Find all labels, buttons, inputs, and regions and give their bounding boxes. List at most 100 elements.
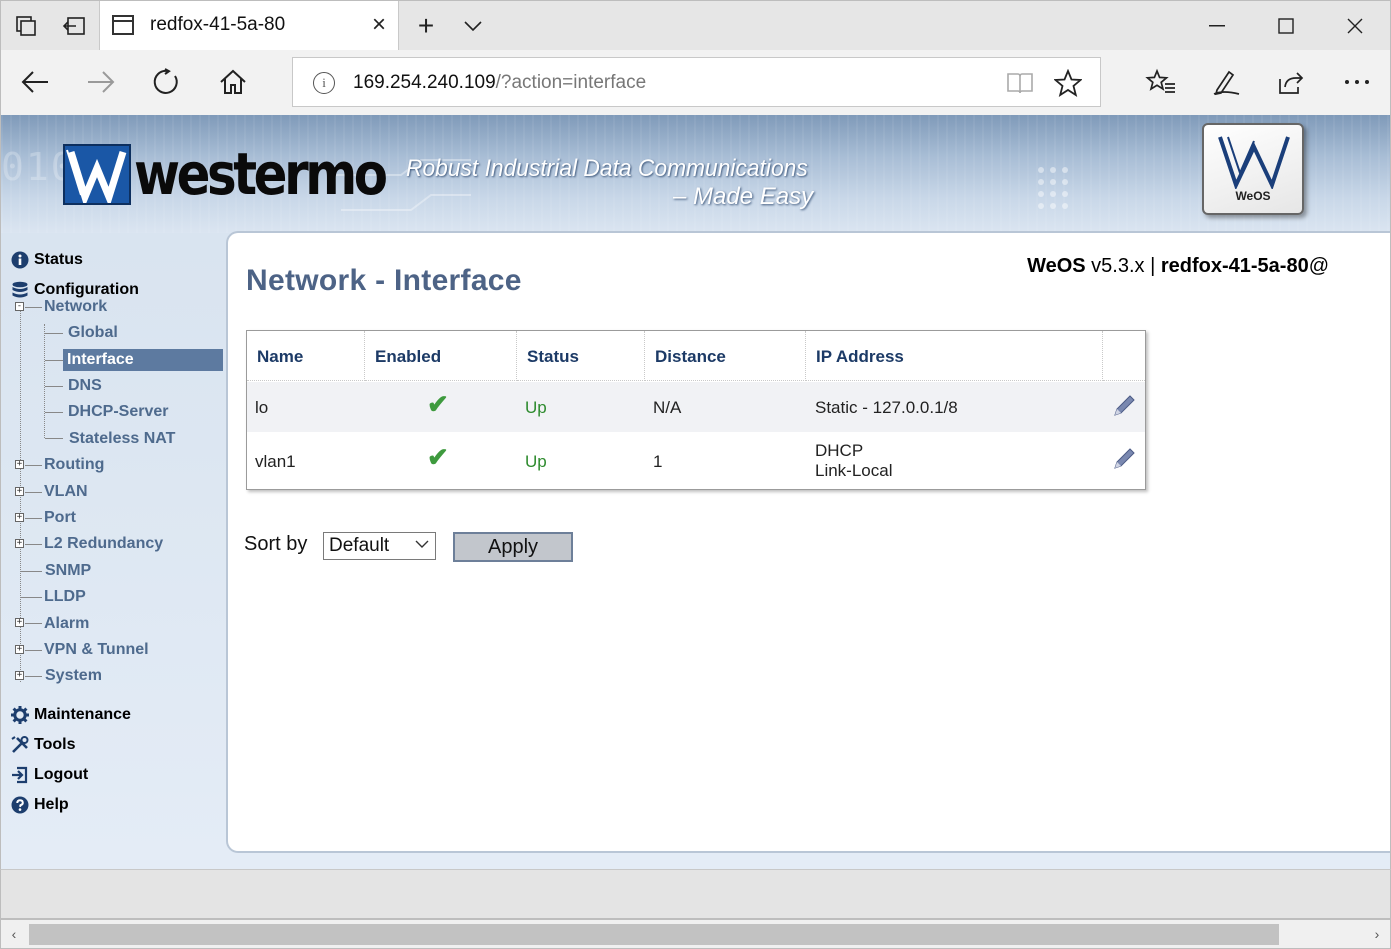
tree-branch: [25, 492, 42, 493]
tree-branch: [25, 307, 42, 308]
sidebar-item-label: Tools: [34, 736, 76, 753]
expand-toggle-icon[interactable]: +: [15, 645, 24, 654]
sidebar-item-global[interactable]: Global: [68, 322, 118, 344]
close-window-icon[interactable]: [1335, 9, 1375, 43]
minimize-window-icon[interactable]: [1197, 9, 1237, 43]
cell-ip-address-2: Link-Local: [815, 461, 893, 480]
edit-pencil-icon[interactable]: [1111, 446, 1137, 472]
sidebar-item-network[interactable]: Network: [44, 296, 107, 318]
forward-arrow-icon[interactable]: [81, 64, 121, 100]
help-icon: [11, 796, 29, 814]
column-header-status[interactable]: Status: [517, 331, 645, 381]
tree-branch: [25, 650, 42, 651]
tree-branch: [45, 333, 63, 334]
sidebar-item-stateless-nat[interactable]: Stateless NAT: [69, 428, 175, 450]
sidebar-item-label: Logout: [34, 766, 89, 783]
sidebar-item-vlan[interactable]: VLAN: [44, 481, 88, 503]
page-favicon-icon: [112, 15, 134, 35]
cell-status: Up: [525, 452, 547, 471]
home-icon[interactable]: [213, 64, 253, 100]
sidebar-item-l2-redundancy[interactable]: L2 Redundancy: [44, 533, 163, 555]
expand-toggle-icon[interactable]: +: [15, 671, 24, 680]
slogan-line1: Robust Industrial Data Communications: [406, 155, 808, 182]
edit-pencil-icon[interactable]: [1111, 393, 1137, 419]
tab-title: redfox-41-5a-80: [150, 14, 286, 35]
browser-titlebar: redfox-41-5a-80 × +: [0, 0, 1391, 51]
sidebar-item-dhcp-server[interactable]: DHCP-Server: [68, 401, 168, 423]
cell-distance: N/A: [653, 398, 682, 417]
tree-branch: [25, 676, 42, 677]
refresh-icon[interactable]: [147, 64, 187, 100]
scroll-left-icon[interactable]: ‹: [4, 924, 24, 945]
apply-button[interactable]: Apply: [453, 532, 573, 562]
tree-branch: [45, 386, 63, 387]
sidebar-item-label: Maintenance: [34, 706, 131, 723]
sidebar-nav: Status Configuration - Network Global In…: [1, 240, 226, 860]
column-header-enabled[interactable]: Enabled: [365, 331, 517, 381]
more-options-icon[interactable]: [1337, 64, 1377, 100]
favorite-star-icon[interactable]: [1052, 68, 1084, 98]
address-bar[interactable]: i 169.254.240.109/?action=interface: [292, 57, 1101, 107]
back-arrow-icon[interactable]: [15, 64, 55, 100]
scrollbar-thumb[interactable]: [29, 924, 1279, 945]
hostname: redfox-41-5a-80: [1160, 255, 1309, 277]
gear-icon: [11, 706, 29, 724]
slogan-line2: – Made Easy: [673, 183, 814, 210]
sidebar-item-system[interactable]: System: [45, 665, 102, 687]
maximize-window-icon[interactable]: [1266, 9, 1306, 43]
sidebar-item-interface[interactable]: Interface: [63, 349, 223, 371]
product-name: WeOS: [1027, 255, 1086, 277]
horizontal-scrollbar[interactable]: ‹ ›: [0, 919, 1391, 949]
tab-manager-icon[interactable]: [11, 11, 41, 41]
collapse-toggle-icon[interactable]: -: [15, 302, 24, 311]
tree-branch: [25, 518, 42, 519]
expand-toggle-icon[interactable]: +: [15, 513, 24, 522]
share-icon[interactable]: [1271, 64, 1311, 100]
weos-logo-icon: [1218, 136, 1290, 189]
column-header-distance[interactable]: Distance: [645, 331, 806, 381]
sidebar-item-maintenance[interactable]: Maintenance: [11, 703, 131, 727]
reading-view-icon[interactable]: [1004, 68, 1036, 98]
scroll-right-icon[interactable]: ›: [1367, 924, 1387, 945]
cell-name: vlan1: [255, 452, 296, 471]
sidebar-item-dns[interactable]: DNS: [68, 375, 102, 397]
expand-toggle-icon[interactable]: +: [15, 460, 24, 469]
column-header-ip-address[interactable]: IP Address: [806, 331, 1103, 381]
new-tab-button[interactable]: +: [411, 10, 441, 41]
enabled-check-icon: ✔: [427, 389, 449, 419]
tree-branch: [25, 465, 42, 466]
browser-tab-active[interactable]: redfox-41-5a-80 ×: [99, 1, 399, 51]
tab-list-chevron-icon[interactable]: [458, 11, 488, 41]
expand-toggle-icon[interactable]: +: [15, 539, 24, 548]
tree-branch: [45, 412, 63, 413]
expand-toggle-icon[interactable]: +: [15, 618, 24, 627]
sidebar-item-routing[interactable]: Routing: [44, 454, 104, 476]
expand-toggle-icon[interactable]: +: [15, 487, 24, 496]
sidebar-item-snmp[interactable]: SNMP: [45, 560, 91, 582]
westermo-logo-text[interactable]: westermo: [134, 140, 388, 208]
close-tab-icon[interactable]: ×: [372, 11, 386, 39]
sidebar-item-alarm[interactable]: Alarm: [44, 613, 89, 635]
set-tabs-aside-icon[interactable]: [59, 11, 89, 41]
westermo-logo-mark[interactable]: [63, 144, 131, 208]
page-title: Network - Interface: [246, 264, 522, 297]
sidebar-item-tools[interactable]: Tools: [11, 733, 75, 757]
tools-icon: [11, 736, 29, 754]
table-row: vlan1 ✔ Up 1 DHCP Link-Local: [247, 432, 1145, 490]
sidebar-item-help[interactable]: Help: [11, 793, 69, 817]
sidebar-item-status[interactable]: Status: [11, 248, 83, 272]
sidebar-item-port[interactable]: Port: [44, 507, 76, 529]
sidebar-item-lldp[interactable]: LLDP: [44, 586, 86, 608]
sidebar-item-label: Help: [34, 796, 69, 813]
browser-bottom-area: [0, 869, 1391, 919]
sidebar-item-vpn-tunnel[interactable]: VPN & Tunnel: [44, 639, 149, 661]
sort-select[interactable]: Default: [323, 532, 436, 560]
column-header-name[interactable]: Name: [247, 331, 365, 381]
site-info-icon[interactable]: i: [313, 72, 335, 94]
tree-branch: [25, 623, 42, 624]
favorites-hub-icon[interactable]: [1141, 64, 1181, 100]
sidebar-item-logout[interactable]: Logout: [11, 763, 88, 787]
sidebar-item-label: Status: [34, 251, 83, 268]
web-note-pen-icon[interactable]: [1206, 64, 1246, 100]
chevron-down-icon: [415, 540, 429, 548]
